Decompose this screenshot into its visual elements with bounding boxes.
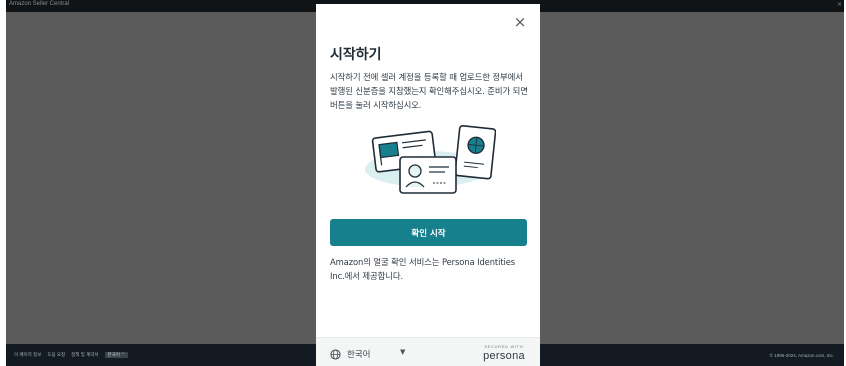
window-title: Amazon Seller Central — [9, 1, 70, 7]
footer-link-help[interactable]: 도움 요청 — [47, 352, 65, 358]
footer-links: 이 페이지 정보 도움 요청 정책 및 계약서 한국어 ⌃ — [14, 352, 128, 358]
photo-id-card-icon — [399, 156, 457, 194]
verification-modal: × 시작하기 시작하기 전에 셀러 계정을 등록할 때 업로드한 정부에서 발행… — [316, 4, 540, 366]
modal-description: 시작하기 전에 셀러 계정을 등록할 때 업로드한 정부에서 발행된 신분증을 … — [330, 72, 528, 111]
window-close-icon[interactable]: × — [837, 1, 842, 8]
chevron-down-icon: ▼ — [400, 348, 406, 356]
language-select[interactable]: 한국어 ▼ — [330, 347, 405, 361]
globe-icon — [330, 348, 341, 360]
provider-note: Amazon의 얼굴 확인 서비스는 Persona Identities In… — [330, 257, 516, 282]
persona-badge: SECURED WITH persona — [479, 345, 529, 362]
persona-logo: persona — [483, 350, 525, 362]
id-documents-illustration — [365, 124, 496, 194]
start-verification-button[interactable]: 확인 시작 — [330, 219, 527, 246]
language-label: 한국어 — [347, 350, 371, 360]
modal-heading: 시작하기 — [330, 47, 382, 63]
footer-language-button[interactable]: 한국어 ⌃ — [104, 352, 128, 358]
close-icon[interactable]: × — [512, 14, 528, 30]
copyright-text: © 1996-2024, Amazon.com, Inc. — [769, 353, 834, 358]
footer-link-policies[interactable]: 정책 및 계약서 — [71, 352, 98, 358]
modal-footer: 한국어 ▼ SECURED WITH persona — [316, 337, 540, 366]
passport-icon — [454, 124, 496, 180]
footer-link-about[interactable]: 이 페이지 정보 — [14, 352, 41, 358]
